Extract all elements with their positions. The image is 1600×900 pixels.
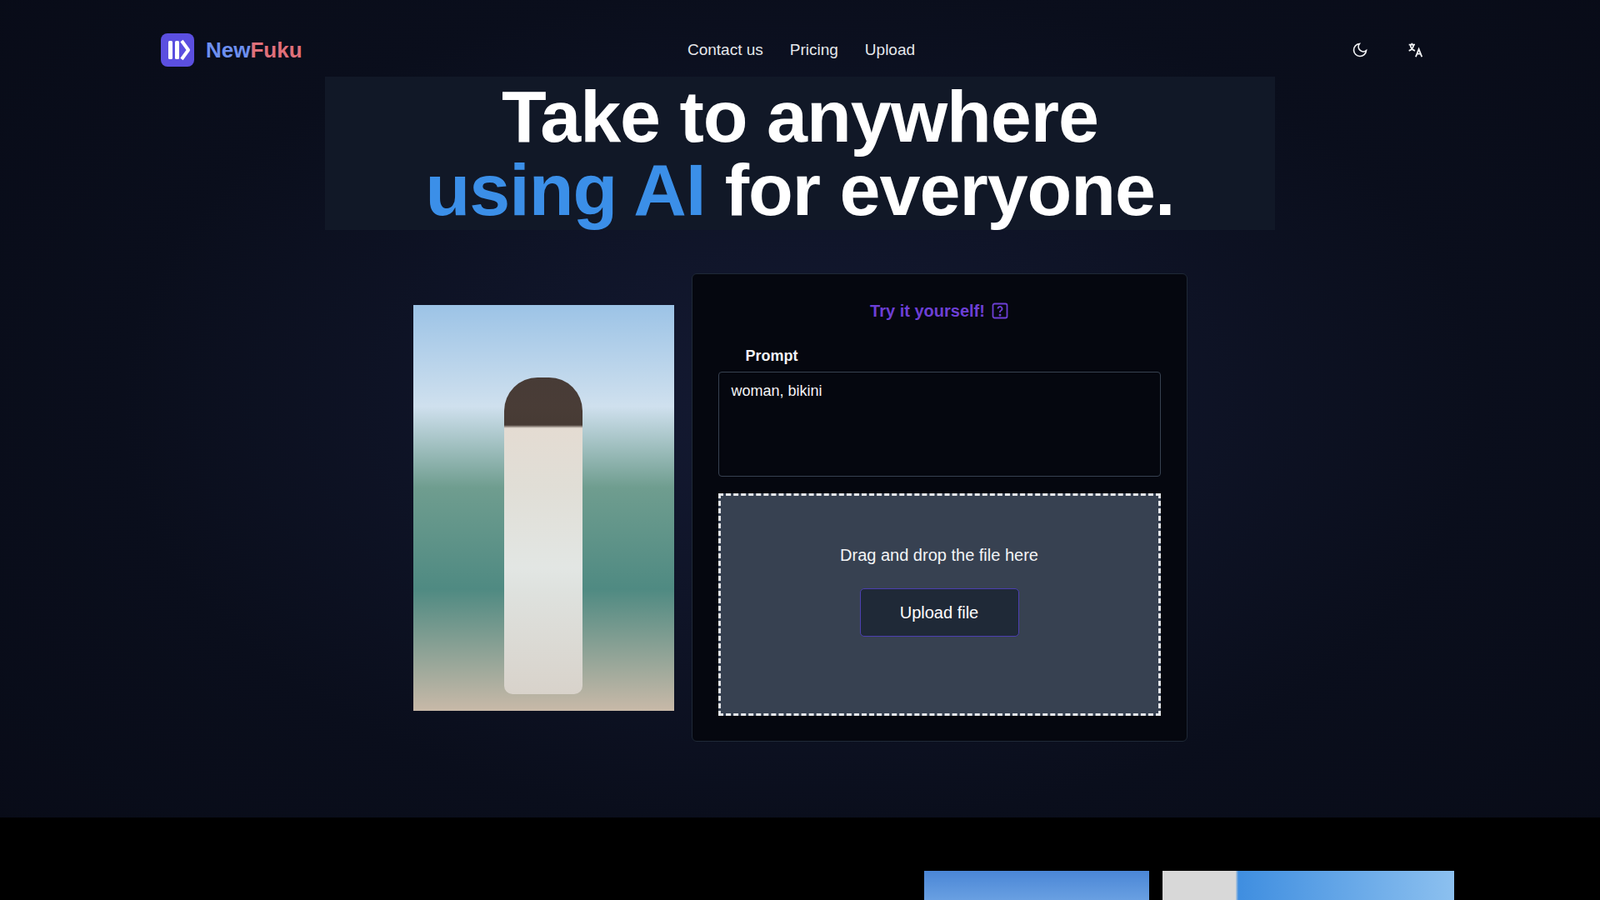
language-button[interactable] bbox=[1405, 40, 1425, 60]
gallery-image bbox=[924, 870, 1150, 900]
nav: Contact us Pricing Upload bbox=[687, 40, 915, 60]
brand[interactable]: NewFuku bbox=[160, 33, 411, 67]
moon-icon bbox=[1351, 41, 1369, 59]
gallery bbox=[0, 817, 1600, 900]
header: NewFuku Contact us Pricing Upload bbox=[0, 0, 1600, 67]
toolbar bbox=[1191, 40, 1442, 60]
nav-link[interactable]: Contact us bbox=[687, 40, 764, 60]
page: NewFuku Contact us Pricing Upload Take to an… bbox=[0, 0, 1600, 900]
prompt-input[interactable]: woman, bikini bbox=[718, 371, 1161, 477]
main: Try it yourself! Prompt woman, bikini Drag … bbox=[0, 273, 1600, 742]
sample-photo bbox=[413, 305, 675, 711]
prompt-label: Prompt bbox=[745, 347, 1161, 365]
try-card: Try it yourself! Prompt woman, bikini Drag … bbox=[691, 273, 1188, 742]
hero: Take to anywhereusing AI for everyone. bbox=[325, 76, 1275, 230]
help-icon[interactable] bbox=[991, 302, 1009, 320]
brand-name: NewFuku bbox=[205, 37, 303, 64]
dropzone[interactable]: Drag and drop the file here Upload file bbox=[718, 493, 1161, 716]
hero-subtitle: using AI for everyone. bbox=[425, 153, 1175, 227]
dropzone-text: Drag and drop the file here bbox=[840, 545, 1039, 565]
nav-link[interactable]: Pricing bbox=[790, 40, 839, 60]
upload-button[interactable]: Upload file bbox=[860, 588, 1020, 637]
translate-icon bbox=[1405, 40, 1425, 60]
card-title: Try it yourself! bbox=[718, 299, 1161, 323]
logo-icon bbox=[160, 33, 195, 67]
gallery-image bbox=[1162, 870, 1455, 900]
theme-toggle[interactable] bbox=[1350, 40, 1370, 60]
hero-title: Take to anywhere bbox=[501, 80, 1099, 154]
nav-link[interactable]: Upload bbox=[865, 40, 915, 60]
